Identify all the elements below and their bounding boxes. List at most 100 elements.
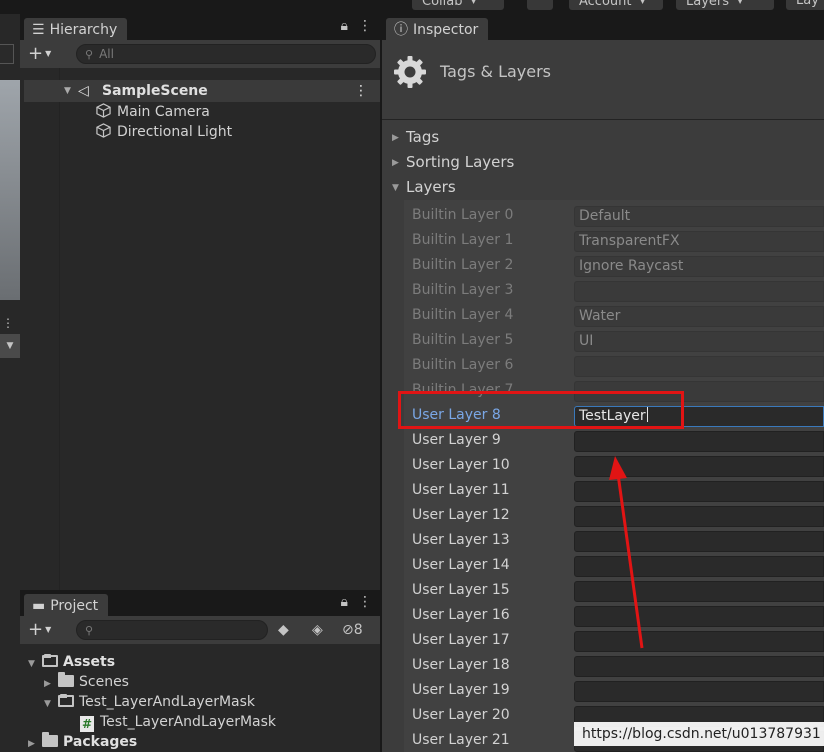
inspector-tabstrip: ⓘ Inspector [382, 14, 824, 40]
scene-viewport[interactable] [0, 80, 20, 300]
layer-name-field: UI [574, 331, 824, 352]
collab-button[interactable]: Collab ▼ [412, 0, 504, 10]
hierarchy-item[interactable]: Main Camera [96, 102, 210, 122]
tree-item-scenes[interactable]: ▶ Scenes [44, 672, 129, 692]
foldout-sorting-layers[interactable]: ▶ Sorting Layers [392, 151, 514, 173]
tree-item-test-folder[interactable]: ▼ Test_LayerAndLayerMask [44, 692, 255, 712]
layer-name-field[interactable] [574, 681, 824, 702]
tree-item-label: Test_LayerAndLayerMask [100, 714, 277, 730]
foldout-layers[interactable]: ▼ Layers [392, 176, 456, 198]
layer-name-field[interactable] [574, 481, 824, 502]
more-options-icon[interactable]: ⋮ [358, 18, 372, 34]
layer-row: Builtin Layer 4 Water [404, 304, 824, 329]
tree-item-test-script[interactable]: # Test_LayerAndLayerMask [80, 712, 276, 732]
more-options-icon[interactable]: ⋮ [2, 316, 14, 330]
layer-name-field[interactable] [574, 606, 824, 627]
chevron-down-icon: ▼ [639, 0, 646, 5]
tab-inspector-label: Inspector [413, 22, 479, 38]
watermark-text: https://blog.csdn.net/u013787931 [574, 722, 824, 746]
project-search-input[interactable]: ⚲ [76, 620, 268, 640]
filter-by-type-icon[interactable]: ◆ [278, 620, 289, 640]
hierarchy-item-label: Main Camera [117, 104, 210, 120]
project-toolbar: + ▼ ⚲ ◆ ◈ ⊘8 [20, 616, 380, 644]
tab-hierarchy[interactable]: ☰ Hierarchy [24, 18, 128, 40]
expand-arrow-icon[interactable]: ▼ [28, 654, 42, 674]
inspector-title: Tags & Layers [440, 62, 552, 81]
csharp-script-icon: # [80, 716, 94, 732]
scene-search-field[interactable] [0, 44, 14, 64]
layer-name-field[interactable] [574, 631, 824, 652]
hierarchy-item-label: Directional Light [117, 124, 233, 140]
layer-name: Builtin Layer 0 [412, 207, 514, 223]
layer-name: Builtin Layer 2 [412, 257, 514, 273]
tab-inspector[interactable]: ⓘ Inspector [386, 18, 489, 40]
tree-item-assets[interactable]: ▼ Assets [28, 652, 115, 672]
folder-icon: ▬ [32, 598, 46, 614]
scene-name: SampleScene [102, 83, 208, 99]
foldout-tags[interactable]: ▶ Tags [392, 126, 439, 148]
hierarchy-search-input[interactable]: ⚲ All [76, 44, 376, 64]
chevron-down-icon: ▼ [470, 0, 477, 5]
chevron-down-icon: ▼ [45, 625, 52, 634]
layer-name: Builtin Layer 4 [412, 307, 514, 323]
folder-icon [58, 672, 74, 687]
layer-name: User Layer 12 [412, 507, 510, 523]
folder-open-icon [58, 694, 74, 707]
layer-name: User Layer 11 [412, 482, 510, 498]
expand-arrow-icon: ▼ [392, 183, 399, 193]
foldout-label: Layers [406, 178, 456, 196]
layer-name: User Layer 15 [412, 582, 510, 598]
layer-row: User Layer 16 [404, 604, 824, 629]
layer-row: Builtin Layer 3 [404, 279, 824, 304]
hidden-packages-button[interactable]: ⊘8 [342, 620, 363, 640]
layer-name-field[interactable] [574, 431, 824, 452]
expand-arrow-icon[interactable]: ▼ [44, 694, 58, 714]
layer-name-field [574, 356, 824, 377]
tab-project[interactable]: ▬ Project [24, 594, 109, 616]
more-options-icon[interactable]: ⋮ [358, 594, 372, 610]
expand-arrow-icon[interactable]: ▼ [64, 80, 71, 102]
foldout-label: Tags [406, 128, 440, 146]
layer-value: Water [579, 308, 621, 324]
lock-icon[interactable]: 🔒︎ [341, 18, 348, 34]
layer-name-field[interactable] [574, 556, 824, 577]
layout-dropdown[interactable]: Lay [786, 0, 824, 10]
account-dropdown[interactable]: Account ▼ [569, 0, 663, 10]
hierarchy-tree: ▼ ◁ SampleScene ⋮ Main Camera Directiona… [20, 68, 380, 590]
layer-name-field[interactable] [574, 456, 824, 477]
hierarchy-item[interactable]: Directional Light [96, 122, 232, 142]
cloud-button[interactable] [527, 0, 553, 10]
scene-root-row[interactable]: ▼ ◁ SampleScene ⋮ [24, 80, 380, 102]
filter-by-label-icon[interactable]: ◈ [312, 620, 323, 640]
tree-item-packages[interactable]: ▶ Packages [28, 732, 137, 752]
chevron-down-icon: ▼ [6, 341, 14, 351]
create-button[interactable]: + ▼ [28, 44, 51, 64]
panel-actions: 🔒︎ ⋮ [331, 594, 372, 610]
expand-arrow-icon[interactable]: ▶ [44, 674, 58, 694]
expand-arrow-icon[interactable]: ▶ [28, 734, 42, 752]
layer-row: User Layer 9 [404, 429, 824, 454]
tab-hierarchy-label: Hierarchy [49, 22, 118, 38]
layer-name-field[interactable] [574, 581, 824, 602]
chevron-down-icon: ▼ [45, 49, 52, 58]
lock-icon[interactable]: 🔒︎ [341, 594, 348, 610]
layout-label: Lay [796, 0, 819, 8]
layer-name-field[interactable] [574, 656, 824, 677]
layer-name-field[interactable] [574, 506, 824, 527]
hidden-count: 8 [353, 622, 363, 638]
more-options-icon[interactable]: ⋮ [354, 80, 368, 102]
create-button[interactable]: + ▼ [28, 620, 51, 640]
layer-value: TransparentFX [579, 233, 680, 249]
layers-dropdown[interactable]: Layers ▼ [676, 0, 774, 10]
hierarchy-panel: ☰ Hierarchy 🔒︎ ⋮ + ▼ ⚲ All ▼ ◁ SampleScene ⋮… [20, 14, 380, 590]
inspector-header: Tags & Layers [382, 40, 824, 120]
layer-name: Builtin Layer 5 [412, 332, 514, 348]
layer-name-field: Default [574, 206, 824, 227]
layer-name-field[interactable] [574, 531, 824, 552]
layer-name: User Layer 13 [412, 532, 510, 548]
hierarchy-gutter [20, 68, 60, 590]
scene-dropdown[interactable]: ▼ [0, 334, 20, 358]
search-icon: ⚲ [85, 48, 94, 61]
hierarchy-toolbar: + ▼ ⚲ All [20, 40, 380, 68]
layer-name-field [574, 281, 824, 302]
